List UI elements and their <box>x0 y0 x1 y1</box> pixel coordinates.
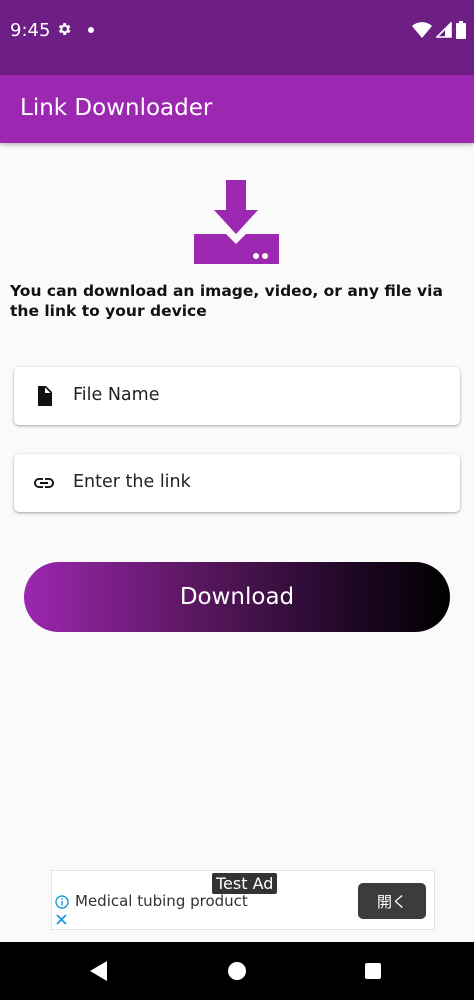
link-placeholder: Enter the link <box>73 472 191 492</box>
link-icon <box>34 478 54 488</box>
gear-icon <box>58 23 71 35</box>
link-field[interactable]: Enter the link <box>14 454 460 512</box>
file-name-placeholder: File Name <box>73 385 160 405</box>
back-icon[interactable] <box>90 961 108 981</box>
notification-dot-icon <box>88 27 94 33</box>
home-icon[interactable] <box>228 962 246 980</box>
status-bar: 9:45 <box>0 0 474 75</box>
app-title: Link Downloader <box>20 95 213 121</box>
signal-icon <box>436 22 452 38</box>
ad-badge: Test Ad <box>212 873 278 894</box>
file-name-field[interactable]: File Name <box>14 367 460 425</box>
info-icon[interactable] <box>55 895 69 909</box>
wifi-icon <box>412 22 432 38</box>
ad-banner[interactable]: Test Ad Medical tubing product 開く <box>51 870 435 930</box>
file-icon <box>38 386 52 406</box>
download-button[interactable]: Download <box>24 562 450 632</box>
description-text: You can download an image, video, or any… <box>10 282 443 320</box>
ad-text[interactable]: Medical tubing product <box>75 892 248 910</box>
recents-icon[interactable] <box>365 963 381 979</box>
battery-icon <box>456 21 466 39</box>
app-bar: Link Downloader <box>0 75 474 143</box>
close-icon[interactable] <box>55 913 68 926</box>
download-to-drive-icon <box>194 180 279 264</box>
status-time: 9:45 <box>10 20 51 41</box>
navigation-bar <box>0 942 474 1000</box>
ad-open-button[interactable]: 開く <box>358 883 426 919</box>
status-indicators <box>412 21 466 39</box>
